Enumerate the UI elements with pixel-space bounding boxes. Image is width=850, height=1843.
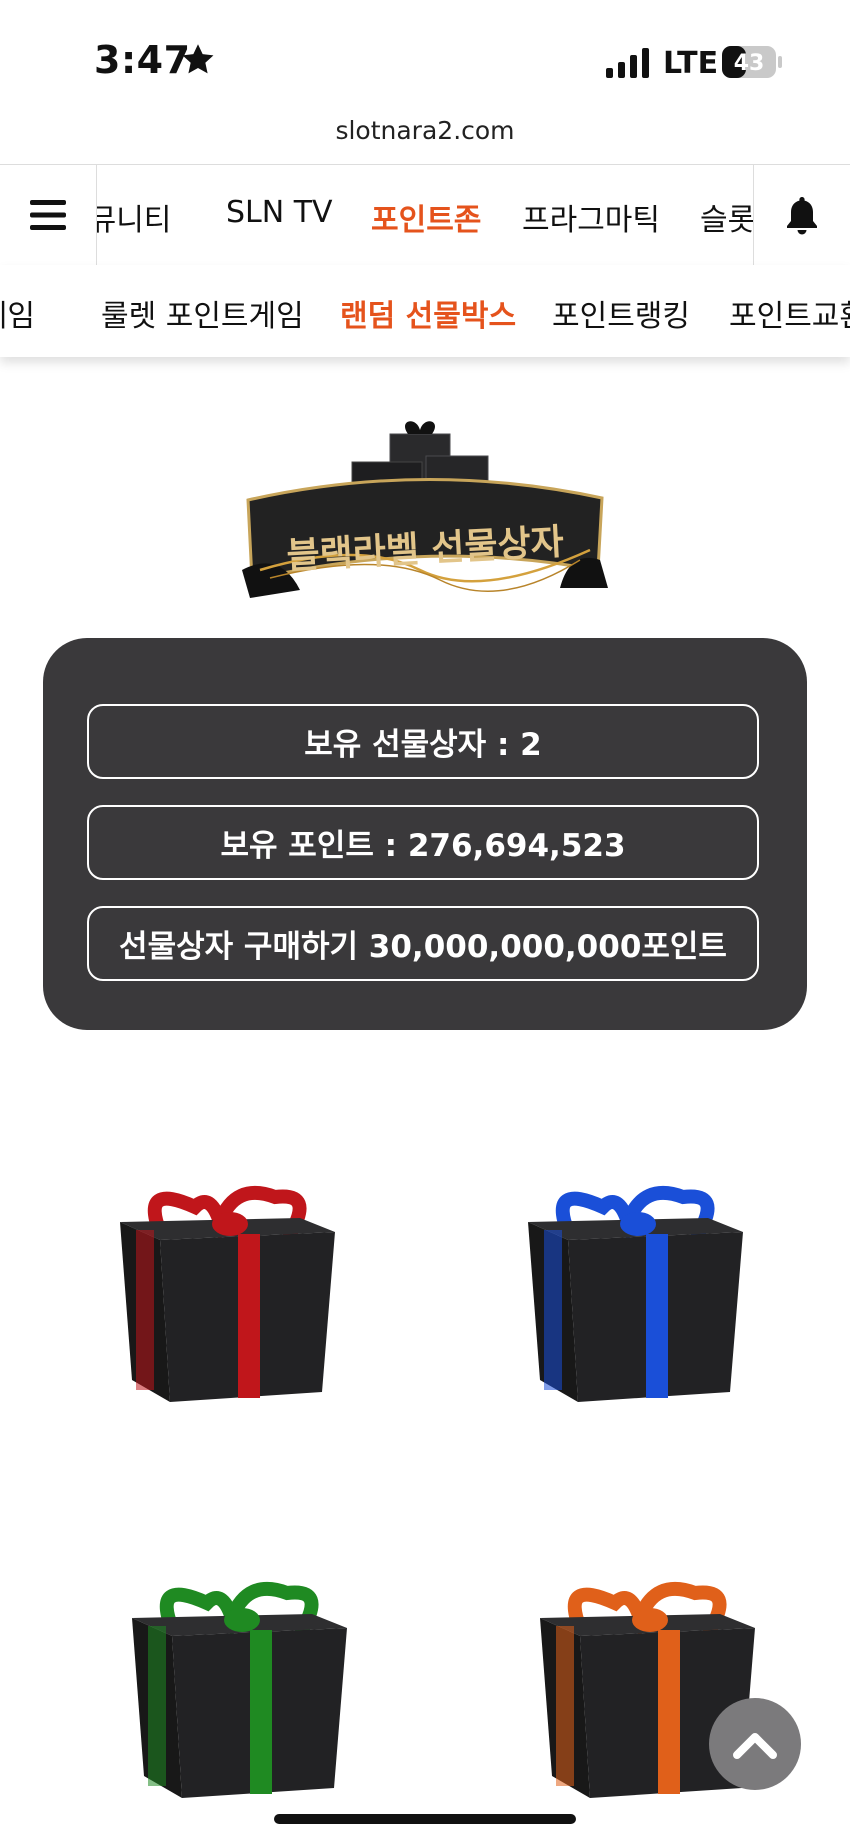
nav-item-pragmatic[interactable]: 프라그마틱 bbox=[522, 195, 660, 239]
subnav-item-point-ranking[interactable]: 포인트랭킹 bbox=[552, 291, 690, 335]
battery-icon: 43 bbox=[722, 46, 782, 78]
chevron-up-icon bbox=[733, 1733, 777, 1759]
menu-button[interactable] bbox=[0, 165, 97, 265]
scroll-top-button[interactable] bbox=[709, 1698, 801, 1790]
gift-box-red[interactable] bbox=[100, 1152, 360, 1412]
top-nav: 커뮤니티 SLN TV 포인트존 프라그마틱 슬롯 bbox=[0, 164, 850, 266]
giftbox-info-panel: 보유 선물상자 : 2 보유 포인트 : 276,694,523 선물상자 구매… bbox=[43, 638, 807, 1030]
browser-url[interactable]: slotnara2.com bbox=[0, 116, 850, 145]
nav-item-sln-tv[interactable]: SLN TV bbox=[226, 195, 333, 230]
gift-box-illustration bbox=[528, 1186, 743, 1402]
owned-points: 보유 포인트 : 276,694,523 bbox=[87, 805, 759, 880]
nav-item-point-zone[interactable]: 포인트존 bbox=[371, 195, 481, 239]
subnav-item-roulette[interactable]: 룰렛 포인트게임 bbox=[101, 291, 304, 335]
battery-level: 43 bbox=[734, 51, 765, 76]
subnav-item-point-exchange[interactable]: 포인트교환 bbox=[729, 291, 850, 335]
top-nav-scroll[interactable]: 커뮤니티 SLN TV 포인트존 프라그마틱 슬롯 bbox=[97, 165, 753, 265]
buy-giftbox-button[interactable]: 선물상자 구매하기 30,000,000,000포인트 bbox=[87, 906, 759, 981]
status-time: 3:47 bbox=[94, 38, 191, 82]
subnav-item-point-game[interactable]: 포인트게임 bbox=[0, 291, 35, 335]
sub-nav[interactable]: 포인트게임 룰렛 포인트게임 랜덤 선물박스 포인트랭킹 포인트교환 bbox=[0, 265, 850, 357]
gift-box-blue[interactable] bbox=[508, 1152, 768, 1412]
black-label-banner: 블랙라벨 선물상자 bbox=[240, 420, 610, 620]
nav-item-community[interactable]: 커뮤니티 bbox=[97, 195, 171, 239]
hamburger-icon bbox=[30, 200, 66, 230]
gift-box-illustration bbox=[132, 1582, 347, 1798]
signal-icon bbox=[606, 48, 649, 78]
gift-box-green[interactable] bbox=[112, 1548, 372, 1808]
notification-button[interactable] bbox=[753, 165, 850, 265]
network-type: LTE bbox=[663, 46, 719, 81]
subnav-item-random-giftbox[interactable]: 랜덤 선물박스 bbox=[340, 291, 516, 335]
gift-box-illustration bbox=[120, 1186, 335, 1402]
status-bar: 3:47 LTE 43 slotnara2.com bbox=[0, 0, 850, 145]
bell-icon bbox=[787, 197, 817, 235]
nav-item-slot[interactable]: 슬롯 bbox=[700, 195, 753, 239]
owned-giftbox-count: 보유 선물상자 : 2 bbox=[87, 704, 759, 779]
star-icon bbox=[182, 44, 214, 74]
home-indicator bbox=[274, 1814, 576, 1824]
